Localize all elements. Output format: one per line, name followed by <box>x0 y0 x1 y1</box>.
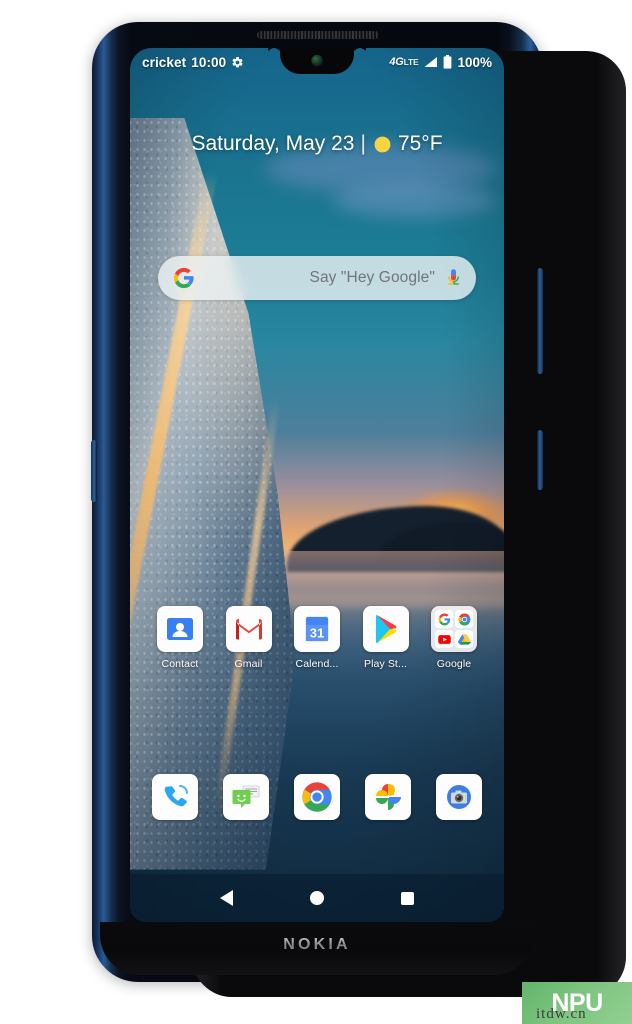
app-icon-calendar[interactable]: 31 Calend... <box>289 606 345 670</box>
app-tile[interactable]: 31 <box>294 606 340 652</box>
watermark-site-text: itdw.cn <box>536 1006 587 1022</box>
dock-icon-photos[interactable] <box>365 774 411 820</box>
phone-icon <box>159 781 191 813</box>
recents-square-icon[interactable] <box>400 891 414 905</box>
network-type-secondary: LTE <box>403 57 419 67</box>
google-g-icon[interactable] <box>173 267 195 289</box>
dock-icon-camera[interactable] <box>436 774 482 820</box>
dock-icon-chrome[interactable] <box>294 774 340 820</box>
google-drive-icon <box>457 633 471 646</box>
network-type-primary: 4G <box>389 56 404 68</box>
google-contacts-icon <box>164 613 196 645</box>
google-play-store-icon <box>370 613 402 645</box>
chrome-icon <box>458 613 471 626</box>
dock-icon-phone[interactable] <box>152 774 198 820</box>
folder-cell <box>435 610 453 628</box>
navigation-bar <box>130 874 504 922</box>
status-bar-right: 4GLTE 100% <box>389 55 492 70</box>
assistant-key-button[interactable] <box>91 440 97 502</box>
app-label: Gmail <box>234 658 263 670</box>
watermark: NPU itdw.cn <box>522 982 632 1024</box>
phone-stage: cricket 10:00 4GLTE 100% Saturday, May 2… <box>0 0 632 1024</box>
nokia-brand-label: NOKIA <box>283 936 351 953</box>
dock-icon-messages[interactable] <box>223 774 269 820</box>
app-grid: Contact Gmail 31 Calend... Play St... Go… <box>130 606 504 670</box>
search-input[interactable]: Say "Hey Google" <box>195 269 446 287</box>
battery-full-icon <box>443 55 452 69</box>
home-circle-icon[interactable] <box>309 891 324 905</box>
messages-icon <box>230 781 262 813</box>
google-photos-icon <box>372 781 404 813</box>
google-g-icon <box>438 613 451 626</box>
date-weather-widget[interactable]: Saturday, May 23 | 75°F <box>130 132 504 156</box>
carrier-label: cricket <box>142 54 187 70</box>
earpiece-speaker <box>257 31 379 39</box>
phone-screen: cricket 10:00 4GLTE 100% Saturday, May 2… <box>130 48 504 922</box>
app-label: Contact <box>161 658 199 670</box>
status-bar-left: cricket 10:00 <box>142 55 244 70</box>
app-folder-google[interactable]: Google <box>426 606 482 670</box>
app-tile[interactable] <box>362 606 409 652</box>
folder-cell <box>435 630 453 648</box>
youtube-icon <box>437 633 451 646</box>
microphone-icon[interactable] <box>446 268 461 288</box>
network-type-label: 4GLTE <box>389 56 418 68</box>
phone-chin: NOKIA <box>100 922 534 975</box>
clock-label: 10:00 <box>191 54 227 70</box>
app-tile[interactable] <box>157 606 203 652</box>
power-button[interactable] <box>537 430 543 490</box>
folder-cell <box>455 610 473 628</box>
google-search-bar[interactable]: Say "Hey Google" <box>158 256 476 300</box>
temperature-label: 75°F <box>397 132 443 155</box>
app-icon-gmail[interactable]: Gmail <box>221 606 277 670</box>
sun-icon <box>372 135 393 154</box>
signal-bars-icon <box>423 56 438 68</box>
app-icon-play-store[interactable]: Play St... <box>358 606 414 670</box>
battery-percent-label: 100% <box>457 54 492 70</box>
back-triangle-icon[interactable] <box>220 890 234 906</box>
folder-tile[interactable] <box>431 606 477 652</box>
dock <box>130 774 504 820</box>
app-icon-contacts[interactable]: Contact <box>152 606 208 670</box>
app-label: Calend... <box>295 658 339 670</box>
chrome-icon <box>301 781 333 813</box>
app-tile[interactable] <box>225 606 272 652</box>
waterdrop-notch <box>280 48 354 74</box>
google-calendar-icon: 31 <box>301 613 333 645</box>
gmail-icon <box>233 613 265 645</box>
app-label: Google <box>436 658 472 670</box>
widget-separator: | <box>360 132 366 155</box>
gear-icon[interactable] <box>231 56 244 69</box>
folder-cell <box>455 630 473 648</box>
date-label: Saturday, May 23 <box>191 132 355 155</box>
camera-icon <box>443 781 475 813</box>
svg-text:31: 31 <box>310 626 324 641</box>
app-label: Play St... <box>363 658 407 670</box>
volume-rocker-button[interactable] <box>537 268 543 374</box>
front-camera-icon <box>311 55 323 66</box>
